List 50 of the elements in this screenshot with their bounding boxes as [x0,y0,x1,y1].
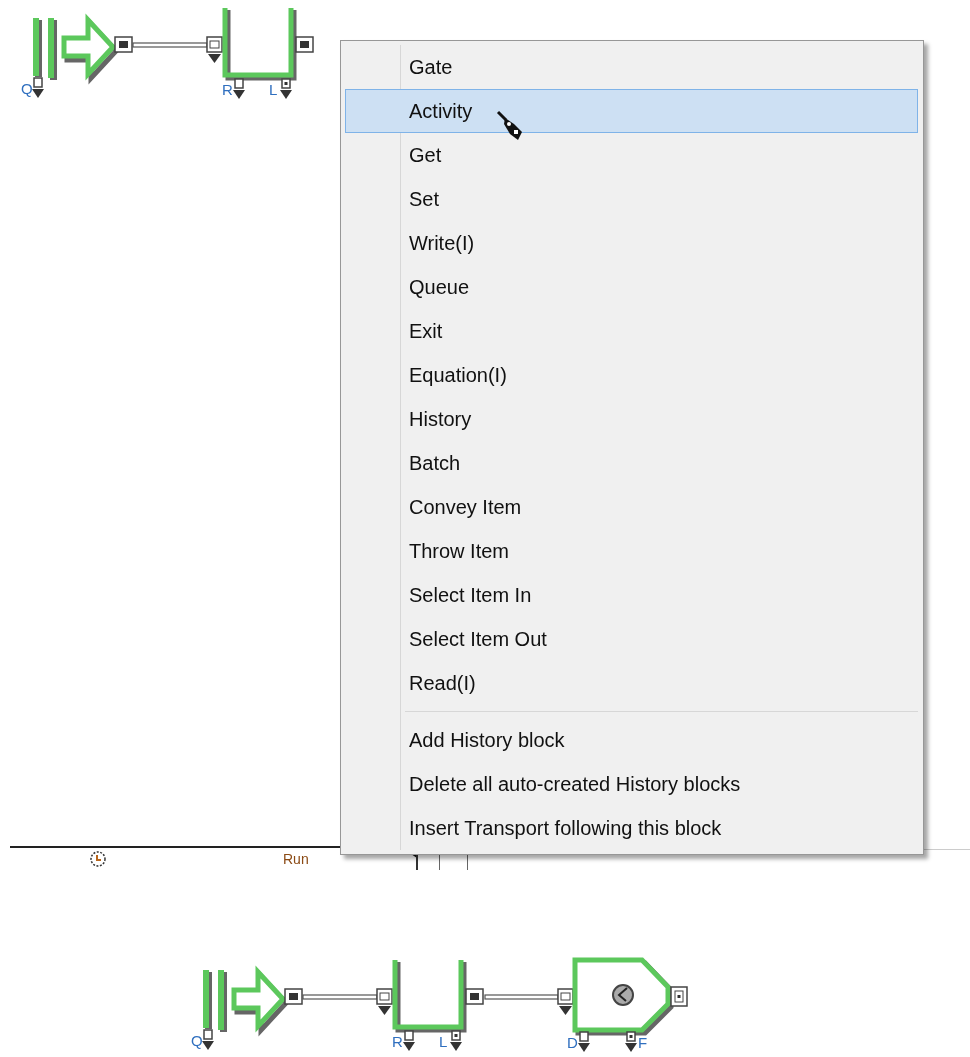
menu-item[interactable]: Select Item In [345,573,918,617]
menu-item[interactable]: Throw Item [345,529,918,573]
menu-item[interactable]: Write(I) [345,221,918,265]
port-label: L [439,1033,448,1050]
double-bar-icon[interactable] [33,18,57,80]
double-bar-icon[interactable] [203,970,227,1032]
menu-item[interactable]: Convey Item [345,485,918,529]
menu-item[interactable]: Add History block [345,718,918,762]
menu-item[interactable]: Get [345,133,918,177]
port-label: Q [21,80,33,97]
port-label: L [269,81,278,98]
connector-icon[interactable] [114,36,133,53]
port-icon[interactable] [32,77,44,98]
connector-icon[interactable] [465,988,484,1005]
port-label: F [638,1034,648,1051]
port-label: R [392,1033,403,1050]
menu-item[interactable]: Read(I) [345,661,918,705]
menu-item[interactable]: Set [345,177,918,221]
connector-icon[interactable] [557,988,574,1015]
menu-item[interactable]: Batch [345,441,918,485]
port-icon[interactable] [202,1029,214,1050]
queue-block[interactable] [392,960,467,1033]
port-icon[interactable] [578,1031,590,1052]
menu-item[interactable]: Delete all auto-created History blocks [345,762,918,806]
menu-item[interactable]: Equation(I) [345,353,918,397]
menu-item[interactable]: Insert Transport following this block [345,806,918,850]
menu-item[interactable]: Exit [345,309,918,353]
port-label: Q [191,1032,203,1049]
connector-icon[interactable] [206,36,223,63]
port-icon[interactable] [450,1030,462,1051]
connector-icon[interactable] [284,988,303,1005]
arrow-icon[interactable] [61,13,120,85]
arrow-icon[interactable] [231,965,290,1037]
clock-icon[interactable] [89,850,107,868]
menu-item[interactable]: History [345,397,918,441]
menu-item[interactable]: Queue [345,265,918,309]
port-label: D [567,1034,578,1051]
run-label: Run [283,851,309,867]
queue-block[interactable] [222,8,297,81]
connector-icon[interactable] [295,36,314,53]
menu-item[interactable]: Select Item Out [345,617,918,661]
connector-icon[interactable] [376,988,393,1015]
connector-icon[interactable] [670,986,688,1007]
menu-item[interactable]: Gate [345,45,918,89]
port-icon[interactable] [280,78,292,99]
activity-block[interactable] [572,957,674,1036]
port-icon[interactable] [403,1030,415,1051]
port-icon[interactable] [233,78,245,99]
port-icon[interactable] [625,1031,637,1052]
port-label: R [222,81,233,98]
